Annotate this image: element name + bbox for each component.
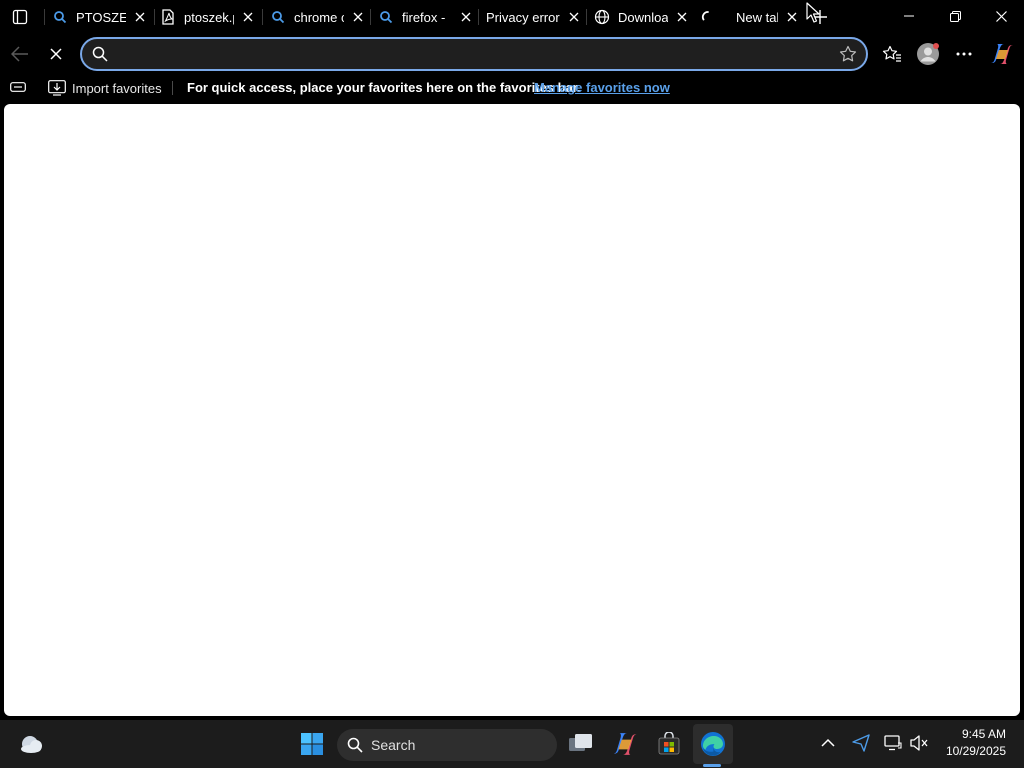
tab-title: firefox -	[402, 9, 446, 25]
close-icon[interactable]	[566, 9, 582, 25]
windows-start-icon[interactable]	[292, 724, 332, 764]
address-input[interactable]	[118, 39, 830, 69]
taskbar-search-label: Search	[371, 737, 416, 753]
chevron-up-icon[interactable]	[820, 735, 836, 751]
star-icon[interactable]	[830, 45, 866, 63]
search-icon	[347, 737, 363, 753]
favorites-divider	[172, 81, 173, 95]
pdf-icon	[160, 9, 176, 25]
favorites-button[interactable]	[876, 38, 908, 70]
close-window-button[interactable]	[978, 0, 1024, 32]
clock-time: 9:45 AM	[961, 727, 1006, 741]
minimize-button[interactable]	[886, 0, 932, 32]
search-icon	[82, 46, 118, 62]
minimize-icon	[904, 15, 914, 17]
copilot-icon	[991, 44, 1013, 64]
search-icon	[52, 9, 68, 25]
tab-title: PTOSZEK	[76, 9, 126, 25]
back-arrow-icon	[11, 46, 28, 62]
settings-more-button[interactable]	[948, 38, 980, 70]
task-view-icon[interactable]	[561, 724, 601, 764]
close-icon	[995, 10, 1007, 22]
tab-firefox-search[interactable]: firefox -	[378, 4, 474, 30]
address-bar[interactable]	[80, 37, 868, 71]
send-icon[interactable]	[852, 734, 870, 752]
more-icon	[956, 52, 972, 56]
close-icon[interactable]	[674, 9, 690, 25]
system-clock[interactable]: 9:45 AM 10/29/2025	[946, 726, 1006, 760]
copilot-icon[interactable]	[605, 724, 645, 764]
weather-icon[interactable]	[12, 724, 52, 764]
stop-loading-button[interactable]	[40, 38, 72, 70]
profile-button[interactable]	[912, 38, 944, 70]
tab-title: Privacy error	[486, 9, 560, 25]
loading-icon	[700, 9, 716, 25]
import-icon	[48, 80, 66, 96]
import-favorites-button[interactable]: Import favorites	[48, 78, 162, 98]
tab-title: Downloa	[618, 9, 668, 25]
import-favorites-label: Import favorites	[72, 80, 162, 96]
back-button[interactable]	[4, 38, 36, 70]
favorites-icon	[882, 45, 901, 62]
edge-icon[interactable]	[693, 724, 733, 764]
tab-title: New tab	[736, 9, 778, 25]
tab-actions-icon[interactable]	[8, 6, 32, 28]
tab-ptoszek-pdf[interactable]: ptoszek.p	[160, 4, 256, 30]
page-content	[4, 104, 1020, 716]
close-icon[interactable]	[240, 9, 256, 25]
close-icon[interactable]	[784, 9, 800, 25]
globe-icon	[594, 9, 610, 25]
stop-icon	[50, 48, 62, 60]
search-icon	[378, 9, 394, 25]
tab-strip: PTOSZEK ptoszek.p chrome c firefox -	[0, 0, 1024, 34]
tab-title: chrome c	[294, 9, 344, 25]
tab-chrome-search[interactable]: chrome c	[270, 4, 366, 30]
close-icon[interactable]	[132, 9, 148, 25]
restore-button[interactable]	[932, 0, 978, 32]
tab-ptoszek[interactable]: PTOSZEK	[52, 4, 148, 30]
taskbar: Search 9:45 AM 10/29/2025	[0, 720, 1024, 768]
tab-downloads[interactable]: Downloa	[594, 4, 690, 30]
restore-icon	[949, 10, 961, 22]
mouse-cursor-icon	[806, 2, 820, 24]
favorites-bar: Import favorites For quick access, place…	[0, 74, 1024, 102]
taskbar-search-box[interactable]: Search	[337, 729, 557, 761]
close-icon[interactable]	[350, 9, 366, 25]
avatar-icon	[917, 43, 939, 65]
favorites-hint: For quick access, place your favorites h…	[187, 80, 581, 95]
microsoft-store-icon[interactable]	[649, 724, 689, 764]
copilot-button[interactable]	[986, 38, 1018, 70]
clock-date: 10/29/2025	[945, 744, 1006, 758]
toolbar	[0, 34, 1024, 74]
display-icon[interactable]	[884, 735, 902, 751]
tab-privacy-error[interactable]: Privacy error	[486, 4, 582, 30]
tab-new-tab[interactable]: New tab	[700, 4, 800, 30]
tab-title: ptoszek.p	[184, 9, 234, 25]
active-app-indicator	[703, 764, 721, 767]
close-icon[interactable]	[458, 9, 474, 25]
speaker-muted-icon[interactable]	[910, 735, 930, 751]
manage-favorites-link[interactable]: Manage favorites now	[534, 80, 670, 95]
reading-mode-icon[interactable]	[10, 80, 26, 94]
search-icon	[270, 9, 286, 25]
